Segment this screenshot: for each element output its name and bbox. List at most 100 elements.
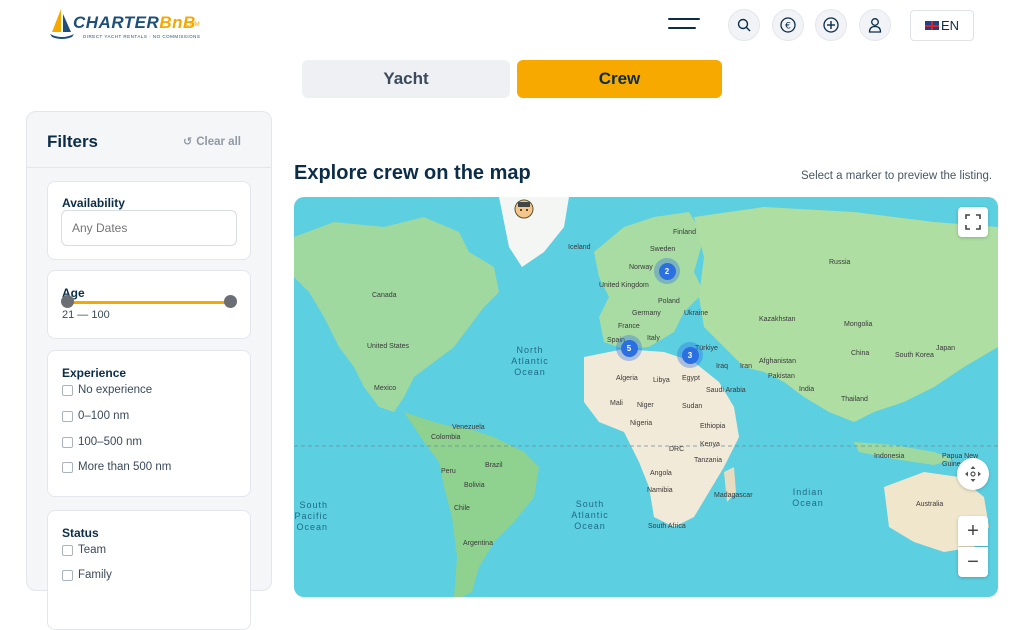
reset-icon: ↺ [183, 136, 193, 148]
country-label: Iceland [568, 244, 591, 251]
country-label: India [799, 386, 815, 393]
country-label: Canada [372, 292, 397, 299]
sailboat-logo-icon [50, 9, 74, 39]
experience-option[interactable]: More than 500 nm [62, 461, 171, 473]
crew-cluster-marker[interactable]: 3 [677, 342, 703, 368]
account-button[interactable] [859, 9, 891, 41]
country-label: Algeria [616, 375, 638, 382]
country-label: Niger [637, 402, 654, 409]
ocean-label: South Atlantic Ocean [571, 499, 609, 531]
fullscreen-icon [965, 214, 981, 230]
ocean-label: North Atlantic Ocean [511, 345, 549, 377]
country-label: Saudi Arabia [706, 387, 746, 394]
experience-title: Experience [62, 366, 127, 380]
country-label: Sudan [682, 403, 703, 410]
currency-euro-icon: € [780, 17, 796, 33]
country-label: DRC [669, 446, 685, 453]
country-label: Mongolia [844, 321, 873, 328]
tab-crew[interactable]: Crew [517, 60, 722, 98]
currency-button[interactable]: € [772, 9, 804, 41]
checkbox[interactable] [62, 384, 73, 396]
country-label: Mali [610, 400, 623, 407]
country-label: Finland [673, 229, 696, 236]
filters-title: Filters [47, 132, 99, 151]
country-label: Egypt [682, 375, 700, 382]
uk-flag-icon [924, 21, 939, 30]
country-label: Thailand [841, 396, 868, 403]
status-option[interactable]: Family [62, 569, 112, 581]
filters-panel: Filters ↺Clear all Availability Age 21 —… [26, 111, 272, 630]
crew-map[interactable]: Finland Sweden Norway Iceland United Kin… [294, 197, 998, 597]
map-title: Explore crew on the map [294, 162, 531, 184]
filters-header: Filters ↺ Clear all [27, 112, 271, 168]
country-label: United Kingdom [599, 282, 649, 289]
recenter-button[interactable] [957, 458, 989, 490]
charterbnb-logo[interactable]: CHARTERBnB .COM DIRECT YACHT RENTALS · N… [50, 8, 210, 40]
country-label: Iran [740, 363, 753, 370]
country-label: Australia [916, 501, 944, 508]
search-icon [737, 18, 751, 32]
experience-option[interactable]: No experience [62, 384, 152, 396]
country-label: Norway [629, 264, 653, 271]
age-range-label: 21 — 100 [62, 309, 110, 321]
country-label: France [618, 323, 640, 330]
user-icon [868, 18, 882, 33]
country-label: Mexico [374, 385, 397, 392]
experience-filter: Experience No experience 0–100 nm 100–50… [47, 350, 251, 497]
country-label: Germany [632, 310, 661, 317]
age-max-handle[interactable] [224, 295, 237, 308]
zoom-in-button[interactable]: + [958, 516, 988, 546]
country-label: Colombia [431, 434, 461, 441]
search-button[interactable] [728, 9, 760, 41]
ocean-label: Indian Ocean [792, 487, 824, 508]
experience-option[interactable]: 100–500 nm [62, 436, 142, 448]
country-label: Tanzania [694, 457, 723, 464]
country-label: South Korea [895, 352, 934, 359]
country-label: Madagascar [714, 492, 753, 499]
country-label: Nigeria [630, 420, 653, 427]
fullscreen-button[interactable] [958, 207, 988, 237]
country-label: Ethiopia [700, 423, 726, 430]
crew-avatar-icon [514, 199, 534, 219]
country-label: Libya [653, 377, 670, 384]
country-label: Chile [454, 505, 470, 512]
country-label: South Africa [648, 523, 686, 530]
age-filter: Age 21 — 100 [47, 270, 251, 339]
checkbox[interactable] [62, 410, 73, 422]
menu-icon[interactable] [668, 16, 700, 32]
country-label: Kazakhstan [759, 316, 796, 323]
age-slider-track[interactable] [68, 301, 230, 304]
country-label: Japan [936, 345, 956, 352]
country-label: Iraq [716, 363, 729, 370]
add-listing-button[interactable] [815, 9, 847, 41]
zoom-out-button[interactable]: − [958, 547, 988, 577]
availability-title: Availability [62, 196, 125, 210]
country-label: Sweden [650, 246, 676, 253]
crew-cluster-marker[interactable]: 2 [654, 258, 680, 284]
crew-cluster-marker[interactable]: 5 [616, 335, 642, 361]
country-label: Bolivia [464, 482, 485, 489]
country-label: Angola [650, 470, 672, 477]
country-label: United States [367, 343, 410, 350]
country-label: Brazil [485, 462, 503, 469]
country-label: Namibia [647, 487, 673, 494]
experience-option[interactable]: 0–100 nm [62, 410, 129, 422]
checkbox[interactable] [62, 436, 73, 448]
country-label: Kenya [700, 441, 720, 448]
add-icon [823, 17, 839, 33]
language-selector[interactable]: EN [910, 10, 974, 41]
checkbox[interactable] [62, 569, 73, 581]
status-filter: Status Team Family [47, 510, 251, 630]
language-label: EN [940, 18, 960, 33]
country-label: Pakistan [768, 373, 795, 380]
country-label: China [851, 350, 870, 357]
clear-all-button[interactable]: ↺ Clear all [183, 135, 241, 148]
tab-yacht[interactable]: Yacht [302, 60, 510, 98]
age-min-handle[interactable] [61, 295, 74, 308]
header: CHARTERBnB .COM DIRECT YACHT RENTALS · N… [0, 0, 1024, 50]
checkbox[interactable] [62, 544, 73, 556]
status-option[interactable]: Team [62, 544, 106, 556]
date-range-input[interactable] [61, 210, 237, 246]
crew-avatar-marker[interactable] [514, 199, 534, 219]
checkbox[interactable] [62, 461, 73, 473]
